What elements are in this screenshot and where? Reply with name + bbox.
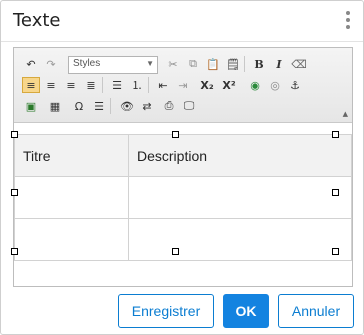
numbered-list-icon[interactable]: ⒈ (128, 77, 146, 93)
horizontal-rule-icon[interactable]: ☰ (90, 98, 108, 114)
styles-dropdown-label: Styles (73, 58, 101, 69)
dialog: Texte ↶ ↷ Styles ▼ ✂ ⧉ 📋 🗒 B I ⌫ ≡ ≡ ≡ ≣… (0, 0, 364, 335)
table-header-cell[interactable]: Description (128, 134, 352, 177)
superscript-button[interactable]: X² (220, 77, 238, 93)
toolbar-collapse-icon[interactable]: ▲ (343, 110, 348, 118)
editor-toolbar: ↶ ↷ Styles ▼ ✂ ⧉ 📋 🗒 B I ⌫ ≡ ≡ ≡ ≣ ☰ ⒈ ⇤… (14, 48, 352, 123)
indent-icon[interactable]: ⇥ (174, 77, 192, 93)
resize-handle[interactable] (332, 189, 339, 196)
table-icon[interactable]: ▦ (46, 98, 64, 114)
table-cell[interactable] (128, 218, 352, 261)
table-row (14, 176, 352, 219)
resize-handle[interactable] (11, 131, 18, 138)
resize-handle[interactable] (172, 248, 179, 255)
ok-button[interactable]: OK (223, 294, 269, 328)
cancel-button[interactable]: Annuler (278, 294, 354, 328)
unlink-icon[interactable]: ◎ (266, 77, 284, 93)
resize-handle[interactable] (172, 131, 179, 138)
paste-icon[interactable]: 📋 (204, 56, 222, 72)
subscript-button[interactable]: X₂ (198, 77, 216, 93)
bulleted-list-icon[interactable]: ☰ (108, 77, 126, 93)
toolbar-separator (148, 77, 149, 93)
toolbar-separator (110, 98, 111, 114)
cut-icon[interactable]: ✂ (164, 56, 182, 72)
image-icon[interactable]: ▣ (22, 98, 40, 114)
undo-icon[interactable]: ↶ (22, 56, 40, 72)
resize-handle[interactable] (11, 248, 18, 255)
preview-icon[interactable]: 🖵 (180, 98, 198, 114)
styles-dropdown[interactable]: Styles ▼ (68, 56, 158, 74)
find-icon[interactable]: 👁 (118, 98, 136, 114)
editor-content[interactable]: Titre Description (11, 123, 352, 286)
align-center-icon[interactable]: ≡ (42, 77, 60, 93)
table-row (14, 218, 352, 261)
save-button[interactable]: Enregistrer (118, 294, 214, 328)
dialog-header: Texte (1, 1, 363, 42)
special-char-button[interactable]: Ω (70, 98, 88, 114)
bold-button[interactable]: B (250, 56, 268, 72)
paste-word-icon[interactable]: 🗒 (224, 56, 242, 72)
resize-handle[interactable] (332, 248, 339, 255)
more-options-icon[interactable] (345, 11, 351, 31)
table-cell[interactable] (14, 218, 129, 261)
eraser-icon[interactable]: ⌫ (290, 56, 308, 72)
table-cell[interactable] (128, 176, 352, 219)
content-table[interactable]: Titre Description (14, 134, 352, 261)
print-icon[interactable]: ⎙ (160, 98, 178, 114)
italic-button[interactable]: I (270, 56, 288, 72)
table-header-cell[interactable]: Titre (14, 134, 129, 177)
anchor-icon[interactable]: ⚓ (286, 77, 304, 93)
copy-icon[interactable]: ⧉ (184, 56, 202, 72)
chevron-down-icon: ▼ (146, 59, 154, 68)
dialog-title: Texte (13, 10, 61, 31)
replace-icon[interactable]: ⇄ (138, 98, 156, 114)
resize-handle[interactable] (332, 131, 339, 138)
align-justify-icon[interactable]: ≣ (82, 77, 100, 93)
redo-icon[interactable]: ↷ (42, 56, 60, 72)
outdent-icon[interactable]: ⇤ (154, 77, 172, 93)
table-cell[interactable] (14, 176, 129, 219)
rich-text-editor: ↶ ↷ Styles ▼ ✂ ⧉ 📋 🗒 B I ⌫ ≡ ≡ ≡ ≣ ☰ ⒈ ⇤… (11, 47, 353, 287)
align-right-icon[interactable]: ≡ (62, 77, 80, 93)
toolbar-separator (102, 77, 103, 93)
table-header-row: Titre Description (14, 134, 352, 177)
link-icon[interactable]: ◉ (246, 77, 264, 93)
resize-handle[interactable] (11, 189, 18, 196)
align-left-icon[interactable]: ≡ (22, 77, 40, 93)
toolbar-separator (244, 56, 245, 72)
